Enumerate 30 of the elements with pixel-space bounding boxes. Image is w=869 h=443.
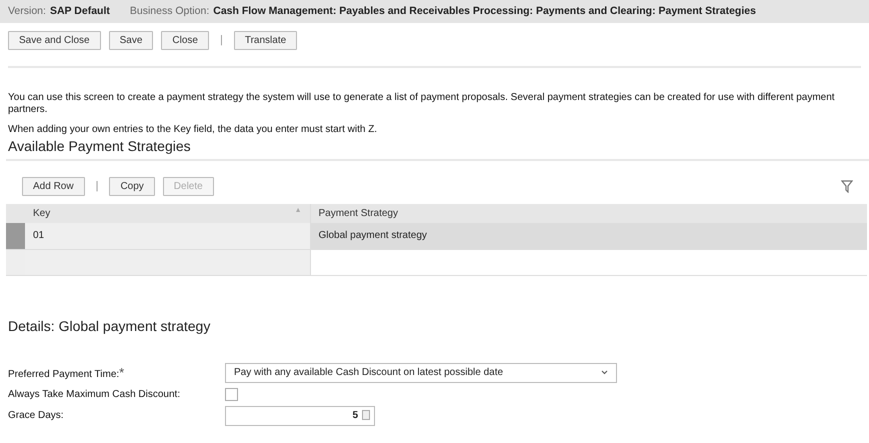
dropdown-field[interactable]: Pay with any available Cash Discount on latest possible date — [225, 362, 617, 382]
section-title: Available Payment Strategies — [7, 137, 192, 156]
required-mark: * — [119, 364, 124, 380]
section-title: Details: Global payment strategy — [7, 316, 212, 336]
toolbar-button[interactable]: Copy — [109, 177, 155, 196]
toolbar-button[interactable]: Save and Close — [8, 31, 101, 50]
toolbar-button[interactable]: Translate — [234, 31, 298, 50]
field-label: Grace Days: — [8, 410, 64, 421]
filter-icon[interactable] — [841, 180, 853, 193]
toolbar-button[interactable]: Add Row — [22, 177, 85, 196]
instruction-text: You can use this screen to create a payment strategy the system will use to generate a list of payment proposals. Several payment strategies can be created for use with different payment partners. — [8, 92, 836, 116]
stepper-icon[interactable] — [362, 410, 370, 420]
column-header: Payment Strategy — [318, 207, 398, 221]
toolbar-button[interactable]: Save — [108, 31, 154, 50]
table-cell: 01 — [33, 230, 44, 242]
column-header: Key — [33, 207, 50, 221]
separator: | — [94, 179, 100, 194]
field-label: Business Option: — [130, 4, 210, 19]
toolbar-button[interactable]: Close — [161, 31, 209, 50]
chevron-icon — [601, 370, 608, 375]
separator: | — [218, 33, 224, 48]
field-label: Always Take Maximum Cash Discount: — [8, 388, 180, 400]
table-cell: Global payment strategy — [318, 230, 427, 242]
business-option-value: Cash Flow Management: Payables and Receivables Processing: Payments and Clearing: Payment Strategies — [213, 4, 756, 19]
field-label: Preferred Payment Time: — [8, 368, 120, 380]
field-label: Version: — [8, 4, 46, 19]
instruction-text: When adding your own entries to the Key field, the data you enter must start with Z. — [8, 124, 378, 136]
number-field[interactable]: 5 — [225, 406, 375, 426]
checkbox[interactable] — [225, 388, 238, 400]
version-value: SAP Default — [50, 4, 110, 19]
